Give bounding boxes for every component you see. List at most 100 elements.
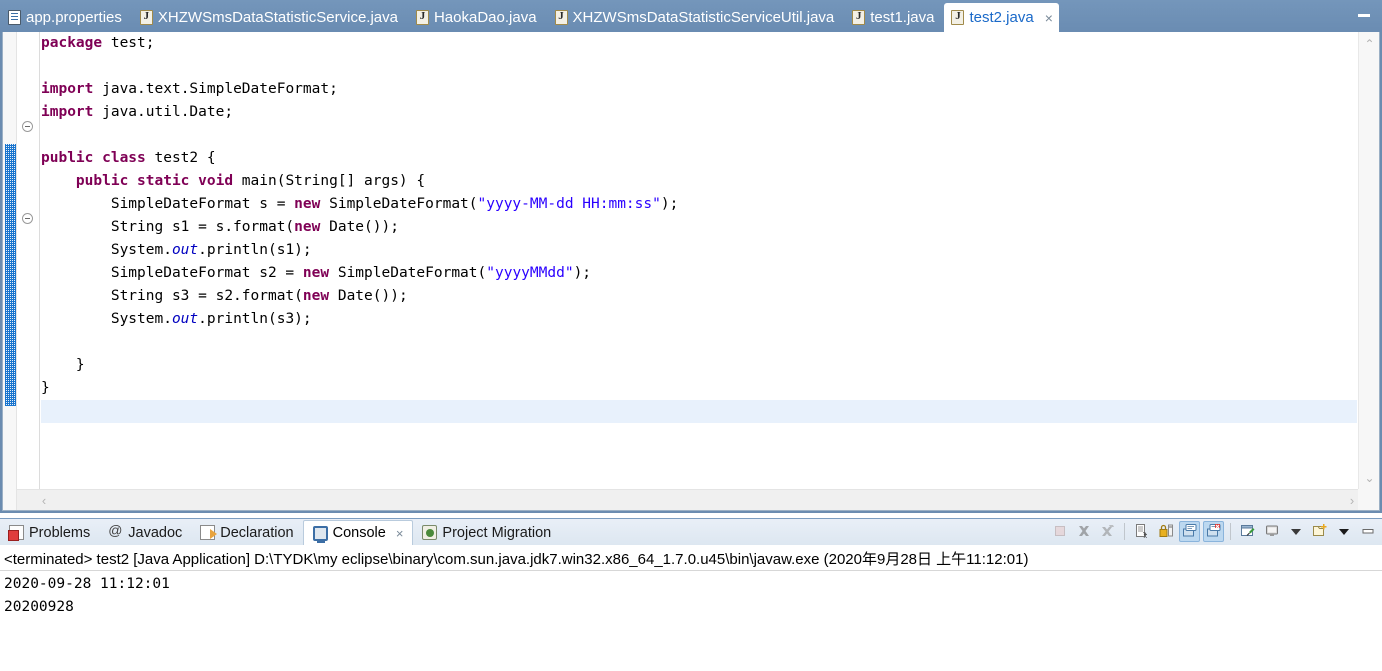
declaration-icon [200, 525, 218, 540]
project-migration-icon [422, 525, 438, 540]
change-indicator-bar [5, 144, 16, 406]
code-editor-text[interactable]: package test; import java.text.SimpleDat… [41, 32, 1357, 488]
console-tab-project-migration[interactable]: Project Migration [413, 520, 560, 545]
pin-console-button[interactable] [1237, 521, 1258, 542]
console-launch-header: <terminated> test2 [Java Application] D:… [0, 545, 1382, 571]
terminate-button [1049, 521, 1070, 542]
editor-tab-xhzwsmsdatastatisticservice-java[interactable]: XHZWSmsDataStatisticService.java [132, 2, 408, 32]
editor-tab-bar: app.properties XHZWSmsDataStatisticServic… [0, 0, 1382, 32]
display-selected-console-button[interactable] [1261, 521, 1282, 542]
editor-vertical-scrollbar[interactable]: ⌃ ⌄ [1358, 32, 1379, 489]
scroll-left-icon[interactable]: ‹ [33, 490, 55, 510]
console-tab-problems[interactable]: Problems [0, 520, 99, 545]
editor-tab-test2-java[interactable]: test2.java × [944, 3, 1059, 32]
console-icon [312, 525, 328, 543]
scroll-up-icon[interactable]: ⌃ [1359, 34, 1379, 53]
minimize-button[interactable] [1357, 521, 1378, 542]
terminate-icon [1054, 526, 1065, 536]
code-line[interactable] [41, 55, 1357, 78]
console-tab-label: Project Migration [442, 524, 552, 541]
code-line[interactable]: } [41, 354, 1357, 377]
code-line[interactable]: System.out.println(s1); [41, 239, 1357, 262]
editor-tab-label: XHZWSmsDataStatisticServiceUtil.java [572, 8, 835, 26]
scroll-lock-icon [1159, 524, 1173, 537]
display-selected-console-dropdown-icon [1290, 529, 1301, 535]
open-console-icon [1312, 524, 1326, 536]
code-line[interactable]: public static void main(String[] args) { [41, 170, 1357, 193]
remove-launch-icon [1078, 526, 1089, 536]
code-line[interactable]: SimpleDateFormat s2 = new SimpleDateForm… [41, 262, 1357, 285]
remove-all-terminated-button [1097, 521, 1118, 542]
console-tab-label: Console [332, 525, 386, 541]
code-line[interactable]: package test; [41, 32, 1357, 55]
editor-minimize-button[interactable] [1354, 5, 1374, 17]
scroll-down-icon[interactable]: ⌄ [1359, 468, 1379, 487]
remove-all-terminated-icon [1101, 525, 1114, 536]
scrollbar-corner [1358, 489, 1379, 510]
editor-tab-label: test1.java [870, 8, 935, 26]
editor-tab-app-properties[interactable]: app.properties [0, 2, 132, 32]
console-tab-label: Declaration [220, 524, 294, 541]
pin-console-icon [1240, 525, 1254, 536]
console-toolbar: x [1049, 519, 1378, 543]
open-console-button[interactable] [1309, 521, 1330, 542]
console-output-line: 20200928 [4, 599, 74, 615]
show-console-on-output-button[interactable] [1179, 520, 1200, 542]
code-line[interactable] [41, 124, 1357, 147]
svg-text:x: x [1143, 533, 1147, 539]
code-line[interactable]: public class test2 { [41, 147, 1357, 170]
code-line[interactable]: System.out.println(s3); [41, 308, 1357, 331]
console-tab-label: Problems [29, 524, 91, 541]
open-console-dropdown-icon [1338, 529, 1349, 535]
console-tab-label: Javadoc [128, 524, 183, 541]
fold-collapse-icon[interactable] [22, 121, 33, 132]
display-selected-console-dropdown[interactable] [1285, 521, 1306, 542]
editor-tab-label: XHZWSmsDataStatisticService.java [157, 8, 398, 26]
code-line[interactable] [41, 423, 1357, 446]
editor-tab-xhzwsmsdatastatisticserviceutil-java[interactable]: XHZWSmsDataStatisticServiceUtil.java [547, 2, 845, 32]
editor-horizontal-scrollbar[interactable]: ‹ › [17, 489, 1379, 510]
editor-tab-label: test2.java [969, 9, 1034, 26]
scroll-lock-button[interactable] [1155, 521, 1176, 542]
javadoc-icon [108, 522, 123, 540]
editor-annotation-ruler[interactable] [3, 32, 17, 510]
java-file-icon [139, 9, 153, 25]
code-line[interactable]: String s3 = s2.format(new Date()); [41, 285, 1357, 308]
display-selected-console-icon [1265, 525, 1278, 536]
close-icon[interactable]: × [396, 526, 404, 541]
editor-tab-haokadao-java[interactable]: HaokaDao.java [408, 2, 547, 32]
editor-tab-label: HaokaDao.java [433, 8, 537, 26]
console-output-text[interactable]: 2020-09-28 11:12:01 20200928 [0, 571, 1382, 621]
clear-console-icon: x [1135, 524, 1147, 539]
code-line[interactable]: import java.util.Date; [41, 101, 1357, 124]
remove-launch-button [1073, 521, 1094, 542]
console-part: Problems Javadoc Declaration Console × Projec… [0, 513, 1382, 671]
console-output-line: 2020-09-28 11:12:01 [4, 576, 170, 592]
close-icon[interactable]: × [1045, 11, 1053, 25]
code-line[interactable] [41, 331, 1357, 354]
console-content[interactable]: <terminated> test2 [Java Application] D:… [0, 545, 1382, 671]
toolbar-separator [1230, 522, 1231, 540]
java-file-icon [852, 9, 866, 25]
console-tab-console[interactable]: Console × [302, 520, 414, 545]
show-console-on-error-button[interactable] [1203, 520, 1224, 542]
fold-collapse-icon[interactable] [22, 213, 33, 224]
minimize-icon [1362, 529, 1373, 534]
code-line[interactable] [41, 400, 1357, 423]
clear-console-button[interactable]: x [1131, 521, 1152, 542]
code-line[interactable]: import java.text.SimpleDateFormat; [41, 78, 1357, 101]
editor-body: package test; import java.text.SimpleDat… [2, 32, 1380, 511]
editor-tab-label: app.properties [26, 8, 122, 26]
java-file-icon [554, 9, 568, 25]
editor-tab-test1-java[interactable]: test1.java [844, 2, 944, 32]
code-line[interactable]: } [41, 377, 1357, 400]
java-file-icon [415, 9, 429, 25]
editor-folding-ruler[interactable] [18, 32, 40, 510]
code-line[interactable]: String s1 = s.format(new Date()); [41, 216, 1357, 239]
open-console-dropdown[interactable] [1333, 521, 1354, 542]
console-tab-javadoc[interactable]: Javadoc [99, 520, 191, 545]
editor-part: app.properties XHZWSmsDataStatisticServic… [0, 0, 1382, 513]
code-line[interactable]: SimpleDateFormat s = new SimpleDateForma… [41, 193, 1357, 216]
console-tab-declaration[interactable]: Declaration [191, 520, 302, 545]
show-console-on-output-icon [1182, 524, 1196, 537]
